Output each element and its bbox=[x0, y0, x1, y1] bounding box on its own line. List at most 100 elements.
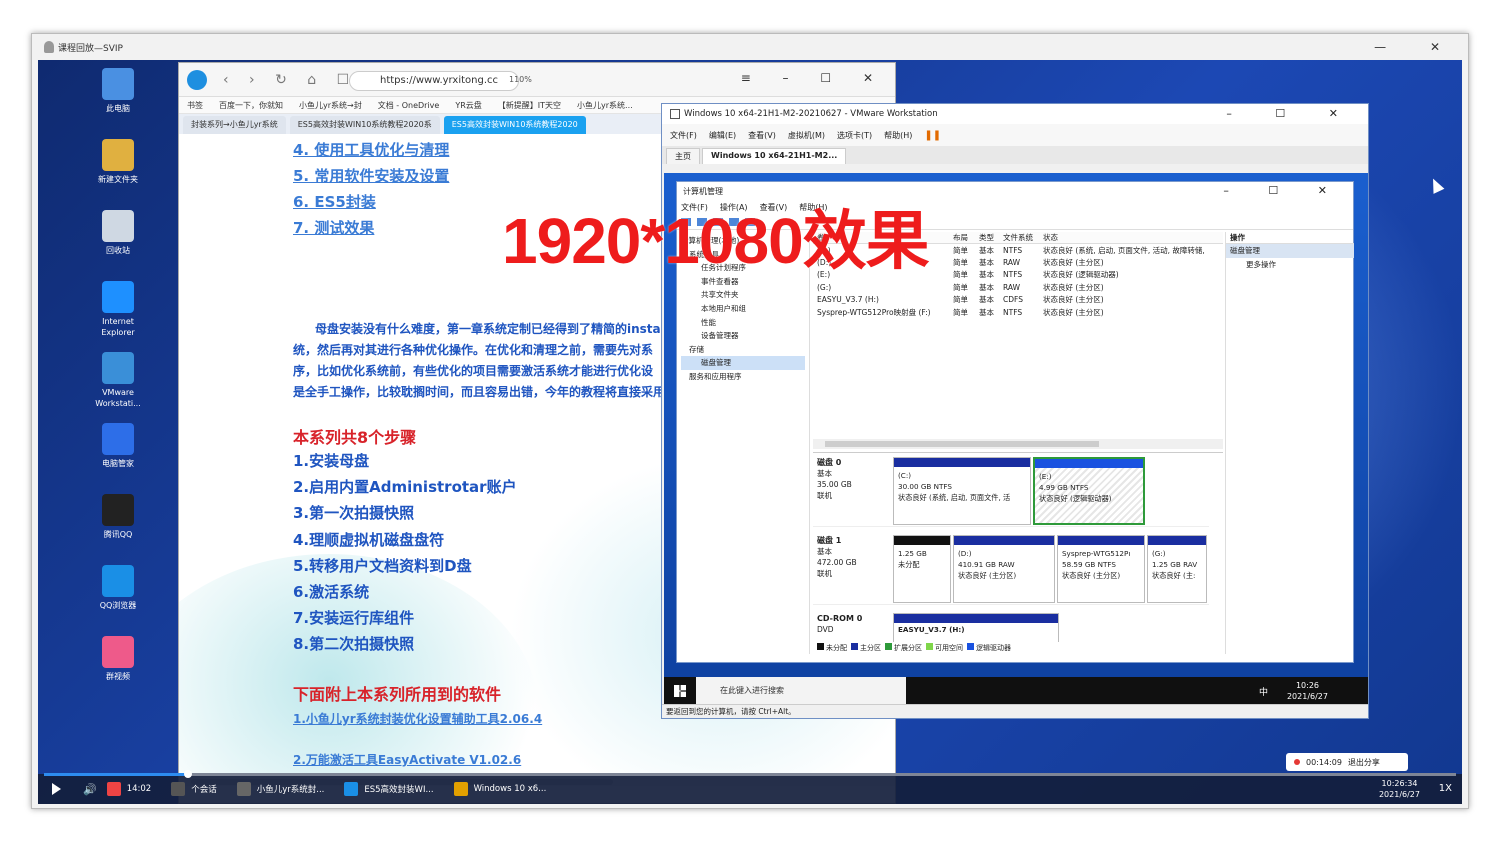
volume-hscrollbar[interactable] bbox=[813, 439, 1223, 449]
guest-clock[interactable]: 10:26 2021/6/27 bbox=[1287, 680, 1328, 702]
video-progress[interactable] bbox=[44, 770, 1456, 778]
toc-link[interactable]: 7. 测试效果 bbox=[293, 217, 374, 238]
guest-search-box[interactable]: 在此键入进行搜索 bbox=[696, 677, 906, 705]
vmware-menu-item[interactable]: 帮助(H) bbox=[884, 130, 912, 141]
bookmark-item[interactable]: 书签 bbox=[187, 100, 203, 111]
cdrom-0[interactable]: CD-ROM 0 DVD EASYU_V3.7 (H:) bbox=[813, 609, 1209, 642]
volume-row[interactable]: Sysprep-WTG512Pro映射盘 (F:) 简单 基本 NTFS 状态良好 (主… bbox=[813, 306, 1223, 318]
browser-tab[interactable]: ES5高效封装WIN10系统教程2020系 bbox=[289, 116, 440, 134]
volume-col-header[interactable]: 状态 bbox=[1043, 232, 1223, 243]
software-link[interactable]: 1.小鱼儿yr系统封装优化设置辅助工具2.06.4 bbox=[293, 710, 542, 727]
taskbar-item[interactable]: ES5高效封装WI... bbox=[334, 774, 443, 804]
desktop-icon[interactable]: 电脑管家 bbox=[94, 423, 142, 469]
play-icon[interactable] bbox=[52, 783, 61, 795]
tree-item[interactable]: 设备管理器 bbox=[681, 329, 805, 343]
disk-0[interactable]: 磁盘 0 基本 35.00 GB 联机 (C:) 30.00 GB NTFS 状态良好 (… bbox=[813, 453, 1209, 527]
volume-col-header[interactable]: 类型 bbox=[979, 232, 1003, 243]
vmware-menu-item[interactable]: 文件(F) bbox=[670, 130, 697, 141]
volume-icon[interactable]: 🔊 bbox=[83, 783, 97, 796]
disk-1[interactable]: 磁盘 1 基本 472.00 GB 联机 1.25 GB 未分配 (D:) 410.91 G… bbox=[813, 531, 1209, 605]
desktop-icon[interactable]: 回收站 bbox=[94, 210, 142, 256]
player-window-controls[interactable]: — ✕ bbox=[1374, 40, 1460, 54]
partition[interactable]: (D:) 410.91 GB RAW 状态良好 (主分区) bbox=[953, 535, 1055, 603]
partition[interactable]: (C:) 30.00 GB NTFS 状态良好 (系统, 启动, 页面文件, 活 bbox=[893, 457, 1031, 525]
volume-col-header[interactable]: 文件系统 bbox=[1003, 232, 1043, 243]
volume-row[interactable]: EASYU_V3.7 (H:) 简单 基本 CDFS 状态良好 (主分区) bbox=[813, 294, 1223, 306]
bookmark-item[interactable]: 小鱼儿yr系统→封 bbox=[299, 100, 362, 111]
partition[interactable]: Sysprep-WTG512Pı 58.59 GB NTFS 状态良好 (主分区) bbox=[1057, 535, 1145, 603]
toc-link[interactable]: 5. 常用软件安装及设置 bbox=[293, 165, 449, 186]
desktop-icon[interactable]: 此电脑 bbox=[94, 68, 142, 114]
vmware-menu-item[interactable]: 编辑(E) bbox=[709, 130, 736, 141]
desktop-icon[interactable]: Internet Explorer bbox=[94, 281, 142, 338]
taskbar-item[interactable]: 个会话 bbox=[161, 774, 227, 804]
partition[interactable]: (G:) 1.25 GB RAV 状态良好 (主: bbox=[1147, 535, 1207, 603]
software-link[interactable]: 2.万能激活工具EasyActivate V1.02.6 bbox=[293, 751, 521, 768]
partition[interactable]: 1.25 GB 未分配 bbox=[893, 535, 951, 603]
volume-cell: RAW bbox=[1003, 258, 1021, 268]
desktop-icon[interactable]: 腾讯QQ bbox=[94, 494, 142, 540]
vmware-menu-item[interactable]: 选项卡(T) bbox=[837, 130, 872, 141]
scroll-thumb[interactable] bbox=[825, 441, 1099, 447]
tree-item[interactable]: 存储 bbox=[681, 343, 805, 357]
tree-item[interactable]: 服务和应用程序 bbox=[681, 370, 805, 384]
volume-cell: 状态良好 (主分区) bbox=[1043, 282, 1104, 292]
zoom-level[interactable]: 110% bbox=[509, 75, 532, 84]
desktop-icon[interactable]: 新建文件夹 bbox=[94, 139, 142, 185]
toc-link[interactable]: 6. ES5封装 bbox=[293, 191, 376, 212]
volume-cell: 状态良好 (逻辑驱动器) bbox=[1043, 270, 1119, 280]
tree-item[interactable]: 共享文件夹 bbox=[681, 288, 805, 302]
volume-row[interactable]: (G:) 简单 基本 RAW 状态良好 (主分区) bbox=[813, 281, 1223, 293]
windows-start-icon[interactable] bbox=[674, 685, 686, 697]
cdrom-label: CD-ROM 0 DVD bbox=[817, 614, 863, 634]
desktop-icon[interactable]: 群视频 bbox=[94, 636, 142, 682]
toc-link[interactable]: 4. 使用工具优化与清理 bbox=[293, 139, 449, 160]
taskbar-item[interactable]: Windows 10 x6... bbox=[444, 774, 557, 804]
host-clock[interactable]: 10:26:34 2021/6/27 bbox=[1379, 778, 1420, 800]
vmware-menu-item[interactable]: 查看(V) bbox=[748, 130, 776, 141]
tree-item[interactable]: 本地用户和组 bbox=[681, 302, 805, 316]
legend-swatch bbox=[817, 642, 824, 650]
cm-window-controls[interactable]: – ☐ ✕ bbox=[1223, 184, 1345, 197]
vmware-title: Windows 10 x64-21H1-M2-20210627 - VMware… bbox=[684, 109, 938, 119]
browser-tab[interactable]: 封装系列→小鱼儿yr系统 bbox=[183, 116, 286, 134]
bookmark-item[interactable]: 文档 - OneDrive bbox=[378, 100, 440, 111]
bookmark-item[interactable]: YR云盘 bbox=[455, 100, 481, 111]
taskbar-item[interactable]: 小鱼儿yr系统封... bbox=[227, 774, 335, 804]
bookmark-item[interactable]: 【新提醒】IT天空 bbox=[498, 100, 561, 111]
address-bar[interactable]: https://www.yrxitong.cc bbox=[349, 71, 519, 91]
record-dot-icon bbox=[1294, 759, 1300, 765]
actions-section[interactable]: 磁盘管理 bbox=[1226, 244, 1354, 258]
browser-window-controls[interactable]: ≡ – ☐ ✕ bbox=[741, 71, 887, 85]
vmware-tab[interactable]: 主页 bbox=[666, 148, 700, 164]
ime-indicator[interactable]: 中 bbox=[1259, 685, 1268, 698]
bookmark-item[interactable]: 小鱼儿yr系统... bbox=[577, 100, 633, 111]
playback-speed[interactable]: 1X bbox=[1439, 783, 1452, 794]
exit-share-button[interactable]: 退出分享 bbox=[1348, 757, 1380, 768]
tree-item[interactable]: 性能 bbox=[681, 316, 805, 330]
progress-knob[interactable] bbox=[184, 770, 192, 778]
volume-col-header[interactable]: 布局 bbox=[953, 232, 979, 243]
desktop-icon[interactable]: VMware Workstati... bbox=[94, 352, 142, 409]
vmware-tab[interactable]: Windows 10 x64-21H1-M2... bbox=[702, 148, 847, 164]
browser-tab[interactable]: ES5高效封装WIN10系统教程2020 bbox=[443, 116, 586, 134]
volume-cell: NTFS bbox=[1003, 245, 1023, 255]
volume-cell: (G:) bbox=[817, 282, 832, 292]
bookmark-item[interactable]: 百度一下，你就知 bbox=[219, 100, 283, 111]
vmware-menu-item[interactable]: 虚拟机(M) bbox=[788, 130, 825, 141]
partition[interactable]: (E:) 4.99 GB NTFS 状态良好 (逻辑驱动器) bbox=[1033, 457, 1145, 525]
tree-item[interactable]: 磁盘管理 bbox=[681, 356, 805, 370]
partition-bar bbox=[1035, 459, 1143, 468]
taskbar-item-label: 14:02 bbox=[126, 784, 152, 794]
vmware-window-controls[interactable]: – ☐ ✕ bbox=[1226, 107, 1358, 120]
taskbar-item[interactable]: 14:02 bbox=[97, 774, 162, 804]
desktop-icon[interactable]: QQ浏览器 bbox=[94, 565, 142, 611]
taskbar-item-icon bbox=[344, 782, 359, 796]
browser-nav-icons[interactable]: ‹ › ↻ ⌂ ☐ bbox=[223, 72, 357, 88]
share-control[interactable]: 00:14:09 退出分享 bbox=[1286, 753, 1408, 771]
pause-icon[interactable]: ❚❚ bbox=[924, 130, 941, 141]
volume-cell: 状态良好 (主分区) bbox=[1043, 307, 1104, 317]
taskbar-items: 14:02 个会话 小鱼儿yr系统封... ES5高效封装WI... Windows 1… bbox=[97, 774, 557, 804]
cdrom-partition[interactable]: EASYU_V3.7 (H:) bbox=[893, 613, 1059, 642]
more-actions[interactable]: 更多操作 bbox=[1226, 258, 1354, 272]
